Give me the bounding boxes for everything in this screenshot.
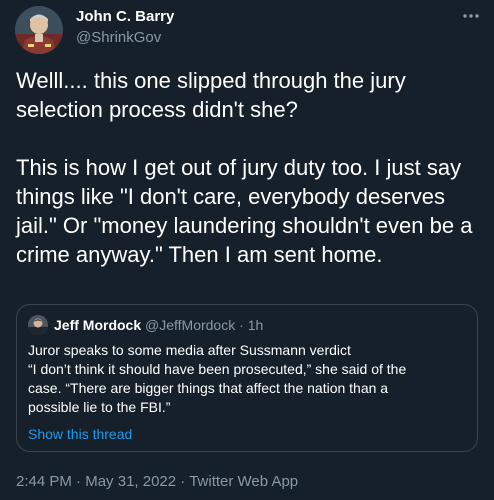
tweet-metadata: 2:44 PM · May 31, 2022 · Twitter Web App — [16, 473, 298, 490]
tweet-date[interactable]: May 31, 2022 — [85, 473, 176, 490]
tweet-time[interactable]: 2:44 PM — [16, 473, 72, 490]
more-options-button[interactable] — [456, 6, 486, 26]
meta-separator: · — [71, 473, 86, 490]
show-thread-link[interactable]: Show this thread — [28, 426, 132, 442]
tweet-paragraph-1: Welll.... this one slipped through the j… — [16, 68, 406, 122]
quoted-text-line: Juror speaks to some media after Sussman… — [28, 342, 351, 358]
quoted-tweet-card[interactable]: Jeff Mordock @JeffMordock · 1h Juror spe… — [16, 304, 478, 452]
quoted-tweet-header: Jeff Mordock @JeffMordock · 1h — [54, 317, 263, 333]
quoted-text-line: possible lie to the FBI.” — [28, 399, 171, 415]
quoted-separator: · — [239, 317, 244, 333]
quoted-author-avatar[interactable] — [28, 315, 48, 335]
quoted-tweet-text: Juror speaks to some media after Sussman… — [28, 341, 472, 417]
author-handle[interactable]: @ShrinkGov — [76, 29, 161, 46]
quoted-text-line: case. “There are bigger things that affe… — [28, 380, 389, 396]
quoted-time[interactable]: 1h — [248, 317, 264, 333]
tweet-text: Welll.... this one slipped through the j… — [16, 66, 484, 269]
author-avatar[interactable] — [15, 6, 63, 54]
quoted-author-name[interactable]: Jeff Mordock — [54, 317, 141, 333]
profile-photo-icon — [15, 6, 63, 54]
author-display-name[interactable]: John C. Barry — [76, 8, 174, 25]
profile-photo-icon — [28, 315, 48, 335]
tweet-source-app[interactable]: Twitter Web App — [189, 473, 298, 490]
tweet-paragraph-2: This is how I get out of jury duty too. … — [16, 155, 473, 267]
tweet: John C. Barry @ShrinkGov Welll.... this … — [0, 0, 494, 500]
quoted-text-line: “I don’t think it should have been prose… — [28, 361, 407, 377]
ellipsis-icon — [463, 14, 479, 18]
quoted-author-handle[interactable]: @JeffMordock — [145, 317, 235, 333]
meta-separator: · — [176, 473, 190, 490]
